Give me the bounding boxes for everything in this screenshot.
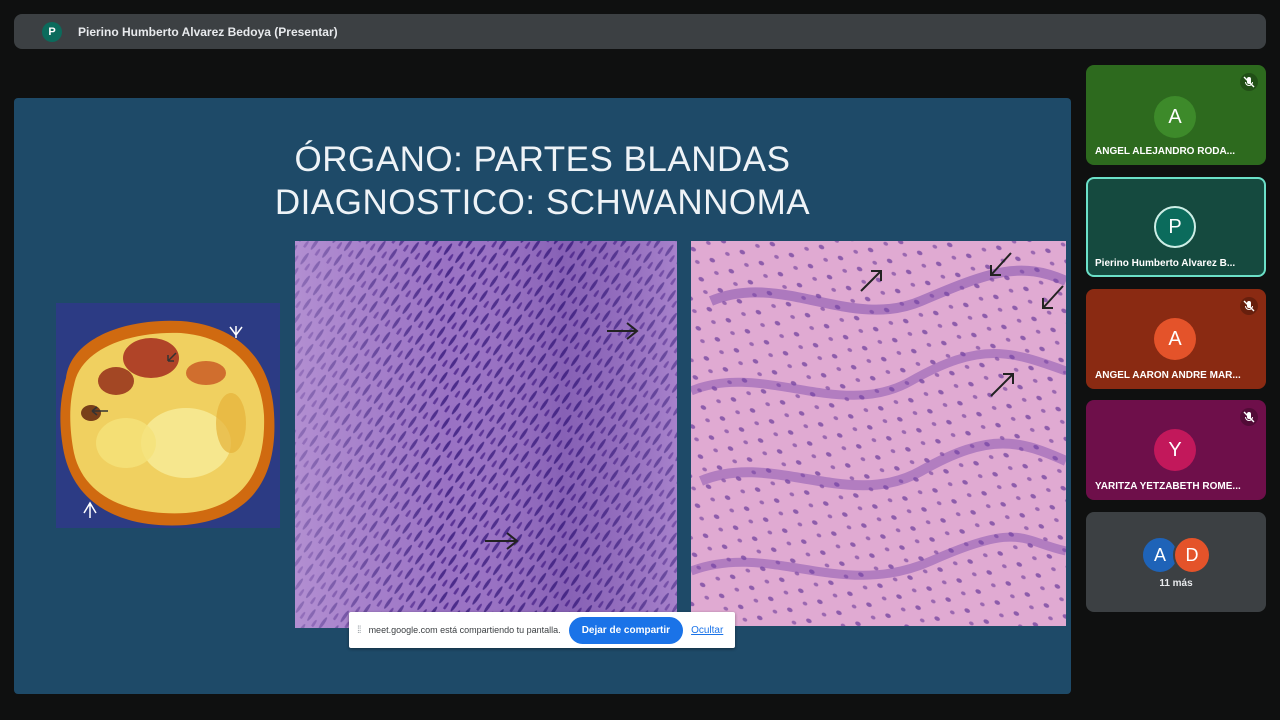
hide-link[interactable]: Ocultar (691, 625, 723, 636)
participant-avatar: A (1154, 96, 1196, 138)
participant-name: ANGEL ALEJANDRO RODA... (1095, 146, 1236, 157)
participant-avatar: P (1154, 206, 1196, 248)
more-participants-tile[interactable]: A D 11 más (1086, 512, 1266, 612)
muted-mic-icon (1240, 408, 1258, 426)
gross-specimen-image (56, 303, 280, 528)
screen-share-notification: ⁞⁞ meet.google.com está compartiendo tu … (349, 612, 735, 648)
slide-title: ÓRGANO: PARTES BLANDAS DIAGNOSTICO: SCHW… (14, 138, 1071, 224)
muted-mic-icon (1240, 297, 1258, 315)
shared-screen: ÓRGANO: PARTES BLANDAS DIAGNOSTICO: SCHW… (14, 98, 1071, 694)
participant-name: YARITZA YETZABETH ROME... (1095, 481, 1241, 492)
presenter-avatar: P (42, 21, 62, 42)
drag-handle-icon[interactable]: ⁞⁞ (357, 625, 361, 636)
more-participants-label: 11 más (1159, 578, 1193, 589)
participant-tile[interactable]: A ANGEL ALEJANDRO RODA... (1086, 65, 1266, 165)
participant-name: Pierino Humberto Alvarez B... (1095, 258, 1236, 269)
participant-avatar: A (1154, 318, 1196, 360)
participant-name: ANGEL AARON ANDRE MAR... (1095, 370, 1241, 381)
more-participants-avatars: A D (1086, 536, 1266, 574)
participant-tile[interactable]: Y YARITZA YETZABETH ROME... (1086, 400, 1266, 500)
more-avatar: D (1173, 536, 1211, 574)
presenter-bar: P Pierino Humberto Alvarez Bedoya (Prese… (14, 14, 1266, 49)
histology-image-antoni-b (691, 241, 1066, 626)
slide-title-line1: ÓRGANO: PARTES BLANDAS (294, 140, 791, 179)
muted-mic-icon (1240, 73, 1258, 91)
presenter-title: Pierino Humberto Alvarez Bedoya (Present… (78, 24, 338, 39)
participant-avatar: Y (1154, 429, 1196, 471)
slide-title-line2: DIAGNOSTICO: SCHWANNOMA (274, 183, 811, 222)
participant-tile-active[interactable]: P Pierino Humberto Alvarez B... (1086, 177, 1266, 277)
stop-sharing-button[interactable]: Dejar de compartir (568, 616, 684, 644)
participant-tile[interactable]: A ANGEL AARON ANDRE MAR... (1086, 289, 1266, 389)
histology-image-antoni-a (295, 241, 677, 628)
share-message: meet.google.com está compartiendo tu pan… (368, 625, 561, 635)
